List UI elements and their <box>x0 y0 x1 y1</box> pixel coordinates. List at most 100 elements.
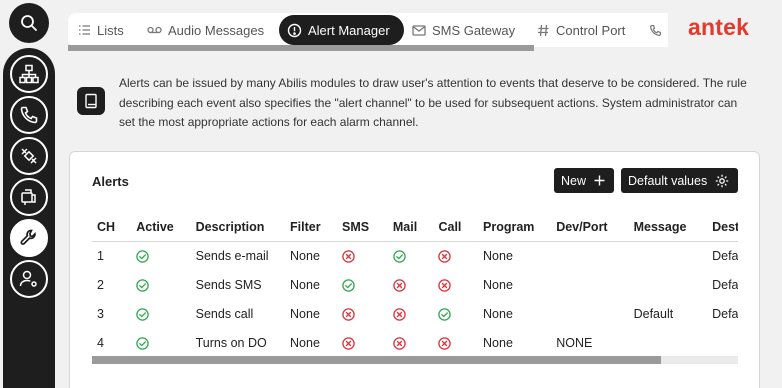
table-scrollbar-thumb[interactable] <box>92 356 661 364</box>
sidebar-item-satellite[interactable] <box>10 137 48 175</box>
col-header[interactable]: Mail <box>387 214 434 242</box>
cell-call-status <box>433 299 478 328</box>
table-row[interactable]: 2 Sends SMS None None Default <box>92 270 738 299</box>
cell-ch: 1 <box>97 248 104 263</box>
cell-devport <box>551 299 628 328</box>
alerts-table-body: 1 Sends e-mail None None Default 2 Sends SMS No… <box>92 241 738 356</box>
cell-message: Default <box>633 306 674 321</box>
sidebar-item-users[interactable] <box>10 260 48 298</box>
hash-icon <box>538 24 549 36</box>
col-header[interactable]: Description <box>190 214 286 242</box>
sidebar-item-tools[interactable] <box>10 219 48 257</box>
cell-destination: Default <box>712 248 738 263</box>
tab-alert-manager[interactable]: Alert Manager <box>279 15 404 45</box>
sidebar-item-network[interactable] <box>10 55 48 93</box>
tab-label: Lists <box>97 22 124 38</box>
x-circle-icon <box>393 307 406 321</box>
cell-ch: 2 <box>97 277 104 292</box>
cell-program: None <box>483 248 513 263</box>
col-header[interactable]: Destination <box>707 214 738 242</box>
x-circle-icon <box>342 336 355 350</box>
sidebar <box>0 0 58 388</box>
cell-sms-status <box>337 270 388 299</box>
cell-description: Turns on DO <box>195 335 267 350</box>
col-header[interactable]: CH <box>92 214 132 242</box>
cell-filter: None <box>290 335 320 350</box>
cell-sms-status <box>337 241 388 270</box>
book-icon <box>85 93 97 109</box>
check-circle-icon <box>136 250 149 263</box>
cell-filter: None <box>290 248 320 263</box>
cell-destination <box>707 328 738 356</box>
tabs-scrollbar[interactable] <box>68 45 534 51</box>
cell-filter: None <box>290 306 320 321</box>
cell-active-status <box>131 299 190 328</box>
sidebar-item-fax[interactable] <box>10 178 48 216</box>
cell-ch: 4 <box>97 335 104 350</box>
cell-filter: None <box>290 277 320 292</box>
table-row[interactable]: 4 Turns on DO None None NONE <box>92 328 738 356</box>
table-row[interactable]: 3 Sends call None None Default Default <box>92 299 738 328</box>
x-circle-icon <box>342 307 355 321</box>
default-values-button[interactable]: Default values <box>621 168 738 193</box>
tab-audio-messages[interactable]: Audio Messages <box>147 15 264 45</box>
plus-icon <box>594 175 605 186</box>
alerts-title: Alerts <box>92 174 129 189</box>
cell-call-status <box>433 241 478 270</box>
table-scrollbar[interactable] <box>92 356 738 364</box>
check-circle-icon <box>136 307 149 321</box>
tab-label: SMS Gateway <box>432 22 516 38</box>
network-icon <box>19 64 39 84</box>
cell-message <box>629 270 707 299</box>
col-header[interactable]: Dev/Port <box>551 214 629 242</box>
phone-icon <box>650 24 661 36</box>
user-settings-icon <box>19 270 37 287</box>
sidebar-item-phone[interactable] <box>10 96 48 134</box>
check-circle-icon <box>342 278 355 292</box>
tab-di[interactable]: DI <box>649 15 668 45</box>
table-row[interactable]: 1 Sends e-mail None None Default <box>92 241 738 270</box>
gear-icon <box>716 174 729 187</box>
check-circle-icon <box>136 336 149 350</box>
tab-lists[interactable]: Lists <box>78 15 124 45</box>
tab-control-port[interactable]: Control Port <box>537 15 625 45</box>
info-text: Alerts can be issued by many Abilis modu… <box>119 76 747 129</box>
search-button[interactable] <box>9 3 49 43</box>
cell-description: Sends SMS <box>195 277 262 292</box>
x-circle-icon <box>393 278 406 292</box>
new-button[interactable]: New <box>554 168 614 193</box>
tabs-bar: Lists Audio Messages Alert Manager SMS G… <box>68 13 668 47</box>
sidebar-rail <box>3 48 55 388</box>
cell-mail-status <box>388 241 434 270</box>
default-values-label: Default values <box>628 173 708 188</box>
x-circle-icon <box>438 336 452 350</box>
new-label: New <box>561 173 587 188</box>
cell-destination: Default <box>712 277 738 292</box>
cell-program: None <box>483 306 513 321</box>
cell-description: Sends call <box>195 306 254 321</box>
cell-message <box>629 328 707 356</box>
cell-active-status <box>131 328 190 356</box>
col-header[interactable]: Call <box>433 214 479 242</box>
brand-logo: antek <box>688 14 750 40</box>
col-header[interactable]: Message <box>628 214 708 242</box>
cell-call-status <box>433 328 478 356</box>
col-header[interactable]: Active <box>131 214 191 242</box>
cell-devport <box>551 241 628 270</box>
search-icon <box>21 15 37 31</box>
cell-mail-status <box>388 270 434 299</box>
check-circle-icon <box>438 307 452 321</box>
x-circle-icon <box>342 250 355 263</box>
cell-destination: Default <box>712 306 738 321</box>
cell-ch: 3 <box>97 306 104 321</box>
col-header[interactable]: Program <box>478 214 552 242</box>
col-header[interactable]: Filter <box>285 214 337 242</box>
x-circle-icon <box>393 336 406 350</box>
voicemail-icon <box>147 26 162 34</box>
cell-devport <box>551 270 628 299</box>
check-circle-icon <box>136 278 149 292</box>
x-circle-icon <box>438 278 452 292</box>
check-circle-icon <box>393 250 406 263</box>
col-header[interactable]: SMS <box>336 214 388 242</box>
tab-sms-gateway[interactable]: SMS Gateway <box>412 15 515 45</box>
